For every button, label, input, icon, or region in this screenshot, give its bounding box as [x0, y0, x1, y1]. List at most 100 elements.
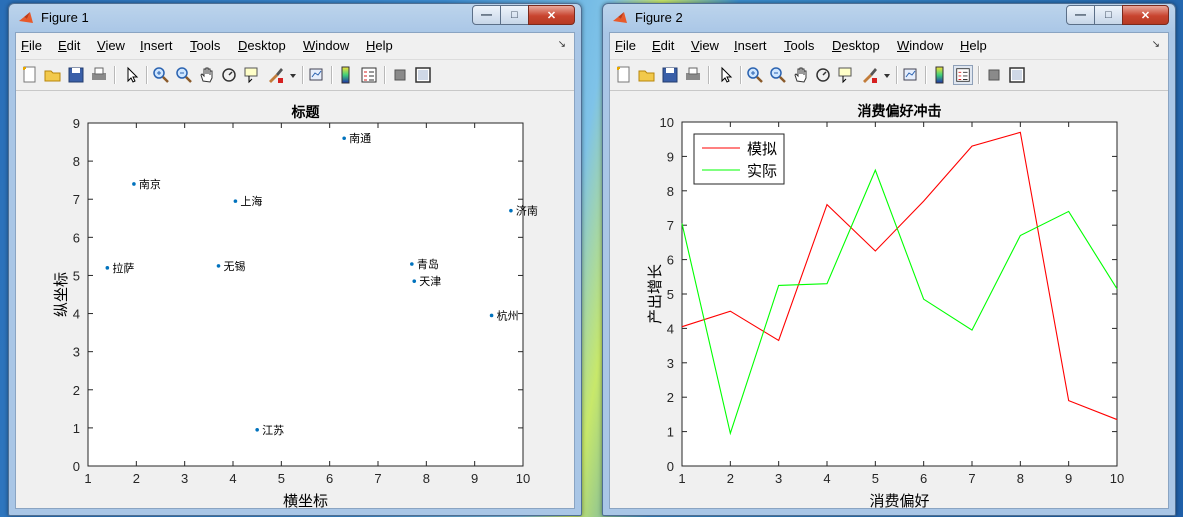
edit-plot-arrow-button[interactable]: [716, 65, 736, 85]
open-file-button[interactable]: [43, 65, 63, 85]
menu-tools[interactable]: Tools: [190, 38, 220, 53]
scatter-point[interactable]: [216, 264, 221, 268]
y-tick-label: 7: [73, 192, 80, 207]
print-button[interactable]: [683, 65, 703, 85]
pan-hand-button[interactable]: [791, 65, 811, 85]
x-tick-label: 3: [181, 471, 188, 486]
x-tick-label: 2: [727, 471, 734, 486]
menu-desktop[interactable]: Desktop: [832, 38, 880, 53]
print-icon: [686, 67, 700, 80]
minimize-button[interactable]: —: [472, 5, 501, 25]
y-tick-label: 9: [73, 116, 80, 131]
scatter-point[interactable]: [105, 266, 110, 270]
toolbar-separator: [925, 66, 927, 84]
legend-button[interactable]: [953, 65, 973, 85]
menu-file[interactable]: File: [21, 38, 42, 53]
maximize-button[interactable]: □: [500, 5, 529, 25]
point-label: 济南: [516, 204, 538, 218]
link-plot-button[interactable]: [901, 65, 921, 85]
zoom-in-button[interactable]: [745, 65, 765, 85]
menu-window[interactable]: Window: [303, 38, 349, 53]
x-tick-label: 8: [1017, 471, 1024, 486]
point-label: 上海: [240, 194, 262, 208]
line-chart[interactable]: 1 2 3 4 5 6 7 8 9 10012345678910消费偏好冲击消费偏好产出增长模拟实…: [610, 91, 1168, 516]
close-button[interactable]: ✕: [528, 5, 575, 25]
scatter-point[interactable]: [509, 208, 513, 213]
y-tick-label: 3: [667, 356, 674, 371]
link-plot-button[interactable]: [307, 65, 327, 85]
title-bar[interactable]: Figure 1 — □ ✕: [9, 4, 581, 31]
menu-bar: File Edit View Insert Tools Desktop Window Help…: [16, 33, 574, 57]
menu-desktop[interactable]: Desktop: [238, 38, 286, 53]
y-tick-label: 10: [660, 115, 674, 130]
scatter-point[interactable]: [255, 427, 259, 432]
zoom-out-button[interactable]: [768, 65, 788, 85]
menu-insert[interactable]: Insert: [734, 38, 767, 53]
toolbar-separator: [384, 66, 386, 84]
scatter-point[interactable]: [132, 182, 136, 186]
hide-plot-tools-button[interactable]: [390, 65, 410, 85]
brush-dropdown-button[interactable]: [882, 65, 892, 85]
figure-window-1[interactable]: Figure 1 — □ ✕ File Edit View Insert Tools De…: [8, 3, 582, 516]
menu-insert[interactable]: Insert: [140, 38, 173, 53]
scatter-point[interactable]: [233, 199, 238, 203]
hide-plot-tools-button[interactable]: [984, 65, 1004, 85]
scatter-point[interactable]: [412, 279, 417, 283]
new-figure-button[interactable]: [614, 65, 634, 85]
close-button[interactable]: ✕: [1122, 5, 1169, 25]
edit-plot-arrow-button[interactable]: [122, 65, 142, 85]
menu-view[interactable]: View: [97, 38, 125, 53]
scatter-point[interactable]: [342, 136, 346, 141]
rotate-3d-button[interactable]: [219, 65, 239, 85]
minimize-button[interactable]: —: [1066, 5, 1095, 25]
edit-plot-arrow-icon: [721, 66, 733, 83]
open-file-button[interactable]: [637, 65, 657, 85]
menu-dock-arrow-icon[interactable]: ↘: [558, 39, 566, 50]
menu-edit[interactable]: Edit: [58, 38, 80, 53]
data-cursor-button[interactable]: [241, 65, 261, 85]
menu-dock-arrow-icon[interactable]: ↘: [1152, 39, 1160, 50]
figure-window-2[interactable]: Figure 2 — □ ✕ File Edit View Insert Tools De…: [602, 3, 1176, 516]
colorbar-button[interactable]: [930, 65, 950, 85]
menu-view[interactable]: View: [691, 38, 719, 53]
figure-canvas[interactable]: 1 2 3 4 5 6 7 8 9 10 0 1 2 3 4 5 6 7 8 9 标题 横坐标 纵坐标 拉萨 南京 无锡 上海 江苏南…: [16, 91, 574, 510]
show-plot-tools-button[interactable]: [413, 65, 433, 85]
scatter-chart[interactable]: 1 2 3 4 5 6 7 8 9 100123456789标题横坐标纵坐标拉萨南京无锡上海江苏南…: [16, 91, 574, 516]
scatter-point[interactable]: [410, 262, 414, 266]
legend[interactable]: 模拟实际: [693, 133, 785, 185]
rotate-3d-button[interactable]: [813, 65, 833, 85]
maximize-button[interactable]: □: [1094, 5, 1123, 25]
new-figure-icon: [617, 66, 630, 83]
toolbar-separator: [896, 66, 898, 84]
plot-area[interactable]: [87, 122, 524, 467]
colorbar-button[interactable]: [336, 65, 356, 85]
menu-help[interactable]: Help: [960, 38, 987, 53]
menu-file[interactable]: File: [615, 38, 636, 53]
brush-button[interactable]: [265, 65, 285, 85]
show-plot-tools-button[interactable]: [1007, 65, 1027, 85]
legend-button[interactable]: [359, 65, 379, 85]
title-bar[interactable]: Figure 2 — □ ✕: [603, 4, 1175, 31]
point-label: 南通: [349, 132, 371, 145]
menu-help[interactable]: Help: [366, 38, 393, 53]
y-axis-label: 纵坐标: [52, 272, 70, 317]
pan-hand-button[interactable]: [197, 65, 217, 85]
figure-canvas[interactable]: 1 2 3 4 5 6 7 8 9 10 0 1 2 3 4 5 6 7 8 9 10 消费偏好冲击 消费偏好 产出增长 模拟实…: [610, 91, 1168, 510]
menu-tools[interactable]: Tools: [784, 38, 814, 53]
print-button[interactable]: [89, 65, 109, 85]
toolbar-separator: [331, 66, 333, 84]
zoom-out-button[interactable]: [174, 65, 194, 85]
y-tick-label: 0: [73, 459, 80, 474]
brush-dropdown-button[interactable]: [288, 65, 298, 85]
data-cursor-button[interactable]: [835, 65, 855, 85]
save-button[interactable]: [66, 65, 86, 85]
new-figure-button[interactable]: [20, 65, 40, 85]
menu-window[interactable]: Window: [897, 38, 943, 53]
scatter-point[interactable]: [489, 313, 494, 318]
brush-button[interactable]: [859, 65, 879, 85]
save-button[interactable]: [660, 65, 680, 85]
menu-edit[interactable]: Edit: [652, 38, 674, 53]
x-tick-label: 9: [1065, 471, 1072, 486]
zoom-in-button[interactable]: [151, 65, 171, 85]
x-tick-label: 10: [516, 471, 530, 486]
